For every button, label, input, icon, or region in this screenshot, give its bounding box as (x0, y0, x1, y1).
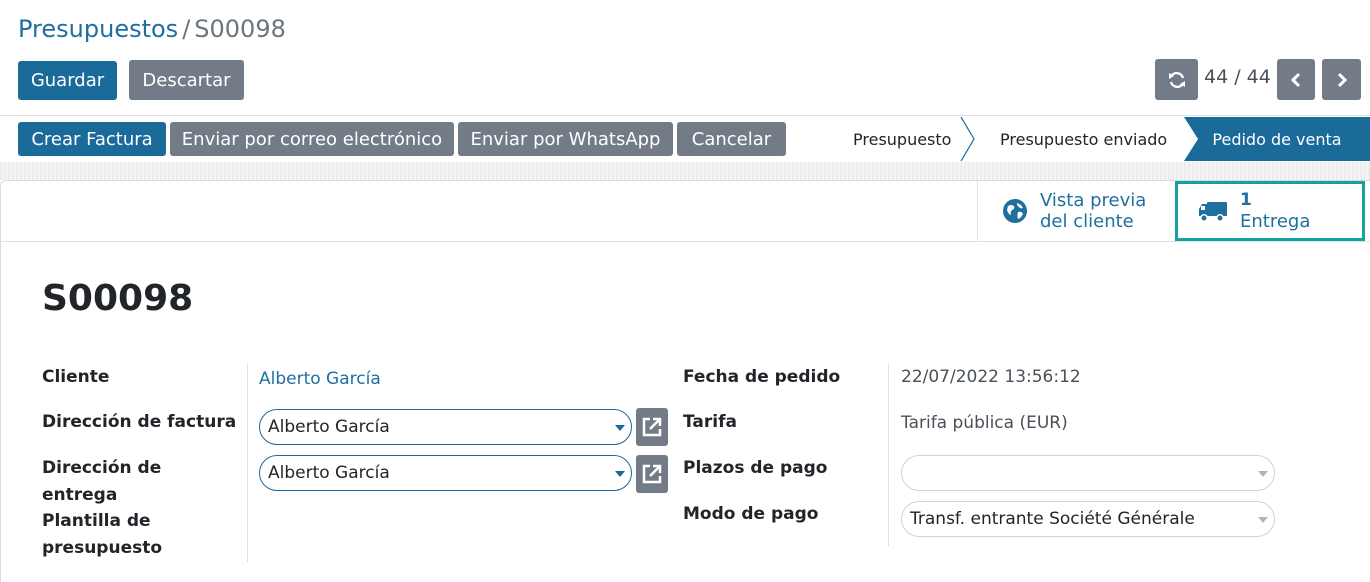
fecha-pedido-label: Fecha de pedido (683, 367, 841, 387)
truck-icon (1199, 202, 1227, 222)
pager-next-button[interactable] (1322, 59, 1361, 100)
stage-active-notch (1184, 117, 1198, 161)
direccion-entrega-label-line2: entrega (42, 485, 118, 505)
plantilla-label-line2: presupuesto (42, 538, 163, 558)
chevron-down-icon (615, 425, 625, 431)
direccion-entrega-external-button[interactable] (636, 455, 668, 493)
customer-preview-button[interactable]: Vista previa del cliente (978, 181, 1175, 241)
fecha-pedido-value[interactable]: 22/07/2022 13:56:12 (901, 365, 1081, 389)
breadcrumb-current: S00098 (194, 15, 286, 43)
direccion-entrega-label-line1: Dirección de (42, 458, 162, 478)
refresh-button[interactable] (1155, 59, 1198, 100)
stage-pedido-de-venta[interactable]: Pedido de venta (1184, 117, 1370, 161)
chevron-down-icon (1258, 517, 1268, 523)
chevron-left-icon (1290, 72, 1301, 87)
record-title: S00098 (42, 278, 194, 319)
send-whatsapp-button[interactable]: Enviar por WhatsApp (458, 122, 673, 156)
stage-presupuesto-enviado[interactable]: Presupuesto enviado (1000, 117, 1180, 161)
delivery-count: 1 (1240, 190, 1252, 210)
tarifa-value[interactable]: Tarifa pública (EUR) (901, 411, 1068, 435)
modo-pago-value: Transf. entrante Société Générale (910, 509, 1195, 529)
sheet-background (0, 162, 1370, 180)
status-bar: Presupuesto Presupuesto enviado Pedido d… (818, 117, 1370, 161)
direccion-factura-external-button[interactable] (636, 408, 668, 446)
create-invoice-button[interactable]: Crear Factura (18, 122, 166, 156)
direccion-factura-value: Alberto García (268, 417, 390, 437)
breadcrumb: Presupuestos / S00098 (18, 14, 286, 44)
direccion-entrega-value: Alberto García (268, 463, 390, 483)
left-group-separator (247, 364, 248, 562)
modo-pago-label: Modo de pago (683, 504, 819, 524)
delivery-label: Entrega (1240, 211, 1311, 232)
external-link-icon (642, 464, 662, 484)
plazos-pago-select[interactable] (901, 455, 1275, 491)
button-box-divider (0, 241, 1370, 242)
save-button[interactable]: Guardar (18, 61, 117, 100)
customer-preview-line1: Vista previa (1040, 190, 1147, 211)
direccion-entrega-select[interactable]: Alberto García (259, 455, 632, 491)
send-email-button[interactable]: Enviar por correo electrónico (170, 122, 454, 156)
chevron-right-icon (1337, 72, 1347, 87)
external-link-icon (642, 417, 662, 437)
delivery-button[interactable]: 1 Entrega (1175, 181, 1365, 241)
modo-pago-select[interactable]: Transf. entrante Société Générale (901, 501, 1275, 537)
refresh-icon (1168, 71, 1185, 88)
right-group-separator (888, 364, 889, 546)
direccion-factura-select[interactable]: Alberto García (259, 409, 632, 445)
cliente-value-link[interactable]: Alberto García (259, 367, 381, 391)
pager-previous-button[interactable] (1277, 59, 1315, 100)
discard-button[interactable]: Descartar (129, 60, 244, 100)
chevron-down-icon (1258, 471, 1268, 477)
breadcrumb-separator: / (182, 15, 191, 43)
plazos-pago-label: Plazos de pago (683, 458, 828, 478)
plantilla-label-line1: Plantilla de (42, 511, 151, 531)
breadcrumb-parent-link[interactable]: Presupuestos (18, 15, 178, 43)
globe-icon (1003, 199, 1027, 223)
customer-preview-line2: del cliente (1040, 211, 1134, 232)
chevron-down-icon (615, 471, 625, 477)
cliente-label: Cliente (42, 367, 110, 387)
direccion-factura-label: Dirección de factura (42, 412, 237, 432)
pager-value[interactable]: 44 / 44 (1204, 66, 1271, 88)
tarifa-label: Tarifa (683, 412, 737, 432)
stage-separator-chevron (960, 117, 975, 161)
toolbar-divider (0, 115, 1370, 116)
cancel-button[interactable]: Cancelar (677, 122, 786, 156)
